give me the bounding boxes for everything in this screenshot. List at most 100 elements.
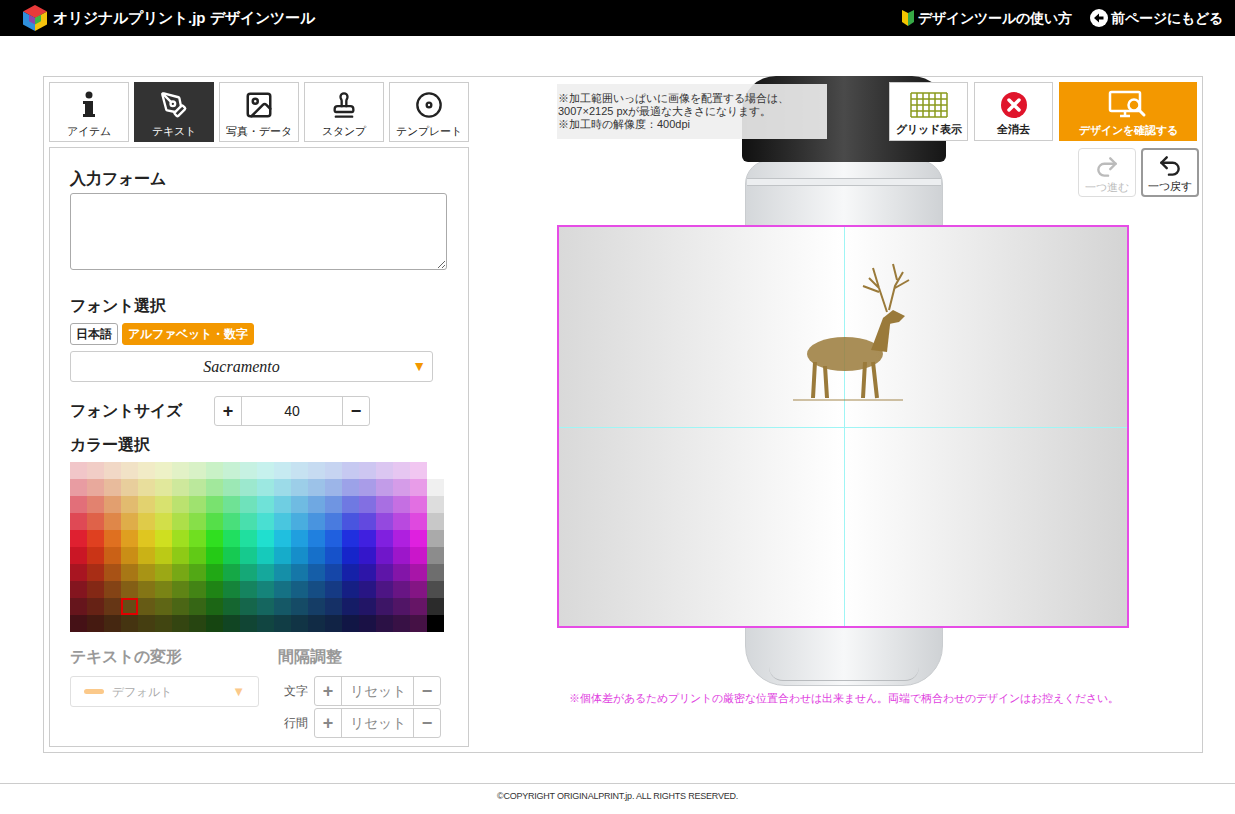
- color-swatch[interactable]: [206, 530, 223, 547]
- color-swatch[interactable]: [393, 615, 410, 632]
- color-swatch[interactable]: [342, 530, 359, 547]
- confirm-button[interactable]: デザインを確認する: [1059, 82, 1197, 141]
- color-swatch[interactable]: [70, 581, 87, 598]
- color-swatch[interactable]: [138, 564, 155, 581]
- color-swatch[interactable]: [138, 615, 155, 632]
- color-swatch[interactable]: [342, 598, 359, 615]
- color-swatch[interactable]: [155, 615, 172, 632]
- color-swatch[interactable]: [359, 462, 376, 479]
- color-swatch[interactable]: [87, 581, 104, 598]
- color-swatch[interactable]: [70, 479, 87, 496]
- color-swatch[interactable]: [393, 479, 410, 496]
- color-swatch[interactable]: [172, 581, 189, 598]
- color-swatch[interactable]: [376, 496, 393, 513]
- color-swatch[interactable]: [427, 598, 444, 615]
- header-link[interactable]: デザインツールの使い方: [901, 8, 1072, 29]
- color-swatch[interactable]: [308, 598, 325, 615]
- color-swatch[interactable]: [376, 598, 393, 615]
- color-swatch[interactable]: [189, 513, 206, 530]
- color-swatch[interactable]: [342, 496, 359, 513]
- color-swatch[interactable]: [189, 615, 206, 632]
- color-swatch[interactable]: [325, 513, 342, 530]
- color-swatch[interactable]: [257, 547, 274, 564]
- color-swatch[interactable]: [274, 598, 291, 615]
- color-swatch[interactable]: [257, 530, 274, 547]
- color-swatch[interactable]: [172, 462, 189, 479]
- color-swatch[interactable]: [308, 513, 325, 530]
- color-swatch[interactable]: [155, 598, 172, 615]
- color-swatch[interactable]: [138, 496, 155, 513]
- color-swatch[interactable]: [274, 479, 291, 496]
- color-swatch[interactable]: [121, 530, 138, 547]
- color-swatch[interactable]: [410, 513, 427, 530]
- color-swatch[interactable]: [291, 564, 308, 581]
- color-swatch[interactable]: [155, 462, 172, 479]
- color-swatch[interactable]: [291, 496, 308, 513]
- color-swatch[interactable]: [240, 547, 257, 564]
- color-swatch[interactable]: [410, 530, 427, 547]
- color-swatch[interactable]: [359, 479, 376, 496]
- color-swatch[interactable]: [121, 479, 138, 496]
- color-swatch[interactable]: [376, 615, 393, 632]
- color-swatch[interactable]: [223, 479, 240, 496]
- color-swatch[interactable]: [240, 564, 257, 581]
- color-swatch[interactable]: [87, 615, 104, 632]
- color-swatch[interactable]: [274, 530, 291, 547]
- color-swatch[interactable]: [104, 615, 121, 632]
- color-swatch[interactable]: [70, 513, 87, 530]
- color-swatch[interactable]: [155, 496, 172, 513]
- color-swatch[interactable]: [257, 462, 274, 479]
- color-swatch[interactable]: [342, 581, 359, 598]
- color-swatch[interactable]: [376, 581, 393, 598]
- color-swatch[interactable]: [138, 462, 155, 479]
- color-swatch[interactable]: [155, 564, 172, 581]
- color-swatch[interactable]: [325, 462, 342, 479]
- color-swatch[interactable]: [308, 547, 325, 564]
- color-swatch[interactable]: [359, 615, 376, 632]
- color-swatch[interactable]: [223, 496, 240, 513]
- color-swatch[interactable]: [223, 513, 240, 530]
- color-swatch[interactable]: [104, 581, 121, 598]
- color-swatch[interactable]: [138, 530, 155, 547]
- color-swatch[interactable]: [325, 615, 342, 632]
- color-swatch[interactable]: [172, 530, 189, 547]
- decrease-button[interactable]: −: [413, 709, 440, 737]
- color-swatch[interactable]: [121, 547, 138, 564]
- color-swatch[interactable]: [155, 547, 172, 564]
- color-swatch[interactable]: [376, 564, 393, 581]
- color-swatch[interactable]: [376, 462, 393, 479]
- color-swatch[interactable]: [257, 581, 274, 598]
- color-swatch[interactable]: [359, 581, 376, 598]
- color-swatch[interactable]: [104, 496, 121, 513]
- color-swatch[interactable]: [291, 462, 308, 479]
- color-swatch[interactable]: [206, 479, 223, 496]
- color-swatch[interactable]: [70, 615, 87, 632]
- color-swatch[interactable]: [172, 615, 189, 632]
- color-swatch[interactable]: [240, 462, 257, 479]
- color-swatch[interactable]: [427, 513, 444, 530]
- color-swatch[interactable]: [223, 581, 240, 598]
- color-swatch[interactable]: [206, 564, 223, 581]
- color-swatch[interactable]: [274, 496, 291, 513]
- color-swatch[interactable]: [308, 462, 325, 479]
- color-swatch[interactable]: [189, 479, 206, 496]
- color-swatch[interactable]: [393, 581, 410, 598]
- color-swatch[interactable]: [155, 581, 172, 598]
- color-swatch[interactable]: [138, 598, 155, 615]
- color-swatch[interactable]: [70, 496, 87, 513]
- color-swatch[interactable]: [308, 581, 325, 598]
- color-swatch[interactable]: [155, 530, 172, 547]
- color-swatch[interactable]: [410, 479, 427, 496]
- color-swatch[interactable]: [325, 479, 342, 496]
- color-swatch[interactable]: [121, 513, 138, 530]
- tab[interactable]: テキスト: [134, 82, 214, 142]
- color-swatch[interactable]: [104, 530, 121, 547]
- stepper-value[interactable]: 40: [242, 397, 342, 425]
- color-swatch[interactable]: [359, 496, 376, 513]
- color-swatch[interactable]: [376, 513, 393, 530]
- increase-button[interactable]: +: [215, 397, 242, 425]
- color-swatch[interactable]: [189, 530, 206, 547]
- color-swatch[interactable]: [87, 496, 104, 513]
- color-swatch[interactable]: [257, 615, 274, 632]
- font-type-button[interactable]: アルファベット・数字: [122, 323, 254, 345]
